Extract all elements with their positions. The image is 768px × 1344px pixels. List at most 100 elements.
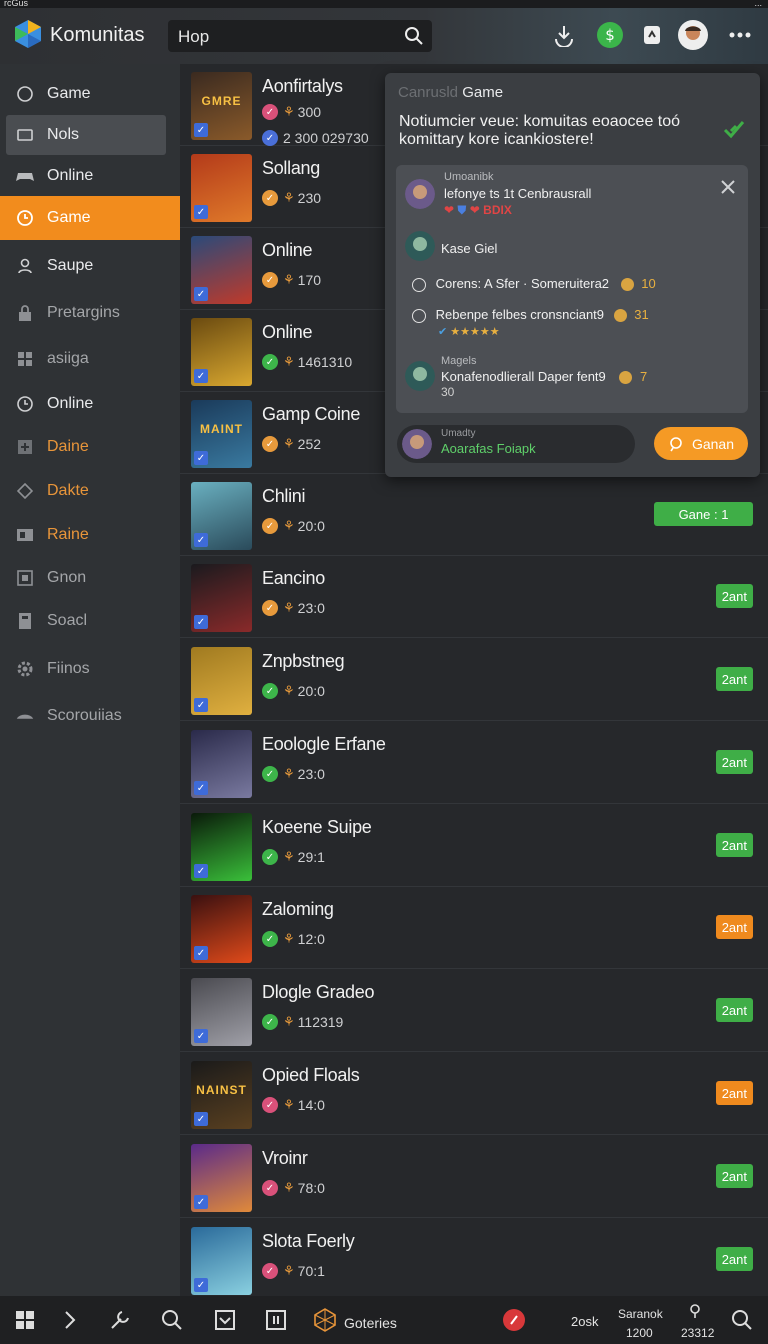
game-row[interactable]: ✓ Zaloming ✓ ⚘ 12:0 2ant: [180, 887, 768, 969]
game-title[interactable]: Chlini: [262, 486, 306, 507]
game-thumbnail[interactable]: ✓: [191, 318, 252, 386]
game-row[interactable]: ✓ Chlini ✓ ⚘ 20:0 Gane : 1: [180, 474, 768, 556]
game-thumbnail[interactable]: ✓: [191, 813, 252, 881]
sidebar-item-game-active[interactable]: Game: [0, 196, 180, 240]
pause-icon[interactable]: [264, 1308, 288, 1332]
game-row[interactable]: ✓ Dlogle Gradeo ✓ ⚘ 112319 2ant: [180, 970, 768, 1052]
popup-line-1[interactable]: Corens: A Sfer · Someruitera2 10: [412, 276, 656, 292]
web-icon[interactable]: [313, 1308, 337, 1332]
ganan-button[interactable]: Ganan: [654, 427, 748, 460]
money-icon[interactable]: $: [595, 20, 625, 50]
avatar[interactable]: [678, 20, 708, 50]
game-tag-button[interactable]: 2ant: [715, 584, 753, 608]
sidebar-item-online-2[interactable]: Online: [0, 384, 180, 424]
game-thumbnail[interactable]: ✓: [191, 895, 252, 963]
game-thumbnail[interactable]: ✓: [191, 154, 252, 222]
game-title[interactable]: Opied Floals: [262, 1065, 360, 1086]
user3-value: 7: [640, 369, 648, 384]
game-thumbnail[interactable]: ✓: [191, 482, 252, 550]
sidebar-item-game[interactable]: Game: [0, 74, 180, 114]
game-row[interactable]: ✓ Eoologle Erfane ✓ ⚘ 23:0 2ant: [180, 722, 768, 804]
game-title[interactable]: Aonfirtalys: [262, 76, 343, 97]
game-row[interactable]: ✓ Znpbstneg ✓ ⚘ 20:0 2ant: [180, 639, 768, 721]
game-thumbnail[interactable]: GMRE ✓: [191, 72, 252, 140]
game-stat-value: 112319: [297, 1014, 344, 1030]
game-thumbnail[interactable]: MAINT ✓: [191, 400, 252, 468]
game-title[interactable]: Znpbstneg: [262, 651, 345, 672]
game-title[interactable]: Online: [262, 322, 313, 343]
app-logo[interactable]: [12, 18, 44, 50]
game-tag-button[interactable]: 2ant: [715, 833, 753, 857]
stat-b-label: Saranok: [618, 1307, 663, 1321]
sidebar-item-fiinos[interactable]: Fiinos: [0, 649, 180, 689]
wrench-icon[interactable]: [108, 1308, 132, 1332]
check-icon[interactable]: [722, 119, 746, 139]
game-tag-button[interactable]: 2ant: [715, 998, 753, 1022]
sidebar-item-gnon[interactable]: Gnon: [0, 558, 180, 598]
game-title[interactable]: Koeene Suipe: [262, 817, 372, 838]
game-title[interactable]: Online: [262, 240, 313, 261]
close-icon[interactable]: [718, 177, 738, 197]
game-tag-button[interactable]: 2ant: [715, 1081, 753, 1105]
game-thumbnail[interactable]: ✓: [191, 1227, 252, 1295]
avatar[interactable]: [405, 231, 435, 261]
inbox-icon[interactable]: [213, 1308, 237, 1332]
search-icon[interactable]: [730, 1308, 754, 1332]
notification-icon[interactable]: [637, 20, 667, 50]
sidebar-item-nols[interactable]: Nols: [6, 115, 166, 155]
game-tag-button[interactable]: 2ant: [715, 1164, 753, 1188]
game-thumbnail[interactable]: ✓: [191, 978, 252, 1046]
sidebar-item-scorouiias[interactable]: Scorouiias: [0, 696, 180, 736]
game-title[interactable]: Dlogle Gradeo: [262, 982, 374, 1003]
game-stat-value: 23:0: [297, 766, 325, 782]
coin-icon: [620, 278, 634, 292]
game-tag-button[interactable]: 2ant: [715, 1247, 753, 1271]
game-thumbnail[interactable]: NAINST ✓: [191, 1061, 252, 1129]
chevron-right-icon[interactable]: [58, 1308, 82, 1332]
search-icon[interactable]: [160, 1308, 184, 1332]
game-thumbnail[interactable]: ✓: [191, 236, 252, 304]
game-title[interactable]: Vroinr: [262, 1148, 308, 1169]
game-title[interactable]: Zaloming: [262, 899, 334, 920]
search-input[interactable]: Hop: [168, 20, 432, 52]
game-thumbnail[interactable]: ✓: [191, 647, 252, 715]
more-icon[interactable]: [725, 20, 755, 50]
game-tag-button[interactable]: 2ant: [715, 750, 753, 774]
sidebar-item-saupe[interactable]: Saupe: [0, 246, 180, 286]
game-title[interactable]: Eancino: [262, 568, 325, 589]
game-row[interactable]: ✓ Slota Foerly ✓ ⚘ 70:1 2ant: [180, 1219, 768, 1301]
game-tag-button[interactable]: Gane : 1: [654, 502, 753, 526]
sidebar-item-pretargins[interactable]: Pretargins: [0, 293, 180, 333]
game-row[interactable]: ✓ Eancino ✓ ⚘ 23:0 2ant: [180, 556, 768, 638]
sidebar-item-dakte[interactable]: Dakte: [0, 471, 180, 511]
link-icon[interactable]: [683, 1302, 707, 1320]
game-thumbnail[interactable]: ✓: [191, 1144, 252, 1212]
avatar[interactable]: [405, 361, 435, 391]
game-thumbnail[interactable]: ✓: [191, 730, 252, 798]
game-thumbnail[interactable]: ✓: [191, 564, 252, 632]
download-icon[interactable]: [549, 20, 579, 50]
game-title[interactable]: Gamp Coine: [262, 404, 360, 425]
game-row[interactable]: NAINST ✓ Opied Floals ✓ ⚘ 14:0 2ant: [180, 1053, 768, 1135]
sidebar-item-soacl[interactable]: Soacl: [0, 601, 180, 641]
record-icon[interactable]: [502, 1308, 526, 1332]
avatar[interactable]: [405, 179, 435, 209]
categories-label[interactable]: Goteries: [344, 1315, 397, 1331]
popup-footer-input[interactable]: Umadty Aoarafas Foiapk: [397, 425, 635, 463]
search-icon[interactable]: [404, 26, 424, 46]
sidebar-item-online[interactable]: Online: [0, 156, 180, 196]
game-tag-button[interactable]: 2ant: [715, 667, 753, 691]
grid-icon[interactable]: [13, 1308, 37, 1332]
game-title[interactable]: Slota Foerly: [262, 1231, 355, 1252]
game-tag-button[interactable]: 2ant: [715, 915, 753, 939]
game-row[interactable]: ✓ Koeene Suipe ✓ ⚘ 29:1 2ant: [180, 805, 768, 887]
game-row[interactable]: ✓ Vroinr ✓ ⚘ 78:0 2ant: [180, 1136, 768, 1218]
popup-line-2[interactable]: Rebenpe felbes cronsnciant9 31: [412, 307, 649, 323]
search-value: Hop: [178, 27, 210, 46]
platform-badge-icon: ✓: [194, 205, 208, 219]
sidebar-item-asiiga[interactable]: asiiga: [0, 339, 180, 379]
game-title[interactable]: Sollang: [262, 158, 320, 179]
sidebar-item-raine[interactable]: Raine: [0, 515, 180, 555]
game-title[interactable]: Eoologle Erfane: [262, 734, 386, 755]
sidebar-item-daine[interactable]: Daine: [0, 427, 180, 467]
